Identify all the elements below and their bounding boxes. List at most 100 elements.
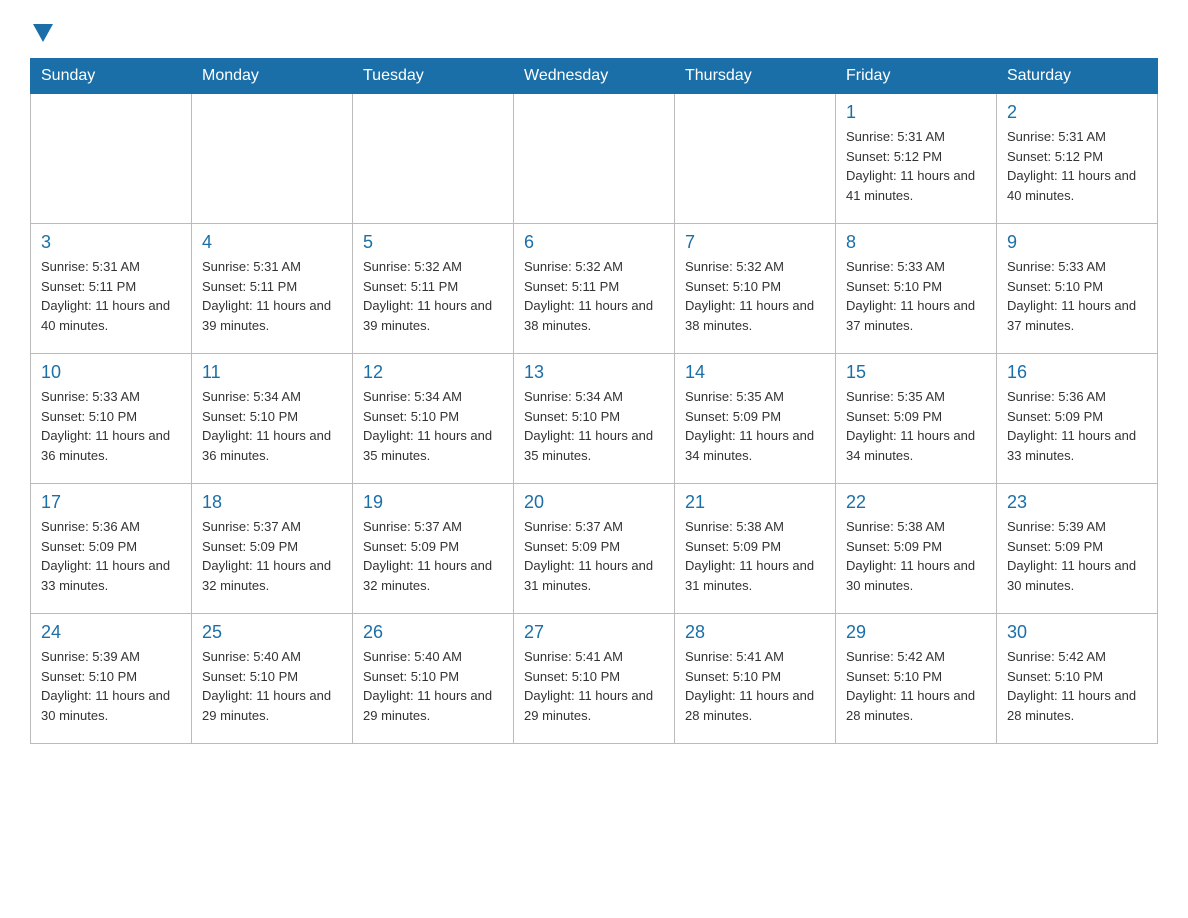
calendar-cell: 9 Sunrise: 5:33 AM Sunset: 5:10 PM Daylig… — [997, 224, 1158, 354]
calendar-cell: 24Sunrise: 5:39 AM Sunset: 5:10 PM Dayli… — [31, 614, 192, 744]
calendar-cell: 1 Sunrise: 5:31 AM Sunset: 5:12 PM Daylig… — [836, 94, 997, 224]
calendar-cell: 8 Sunrise: 5:33 AM Sunset: 5:10 PM Daylig… — [836, 224, 997, 354]
calendar-cell: 10 Sunrise: 5:33 AM Sunset: 5:10 PM Dayli… — [31, 354, 192, 484]
day-number: 29 — [846, 622, 986, 643]
day-number: 5 — [363, 232, 503, 253]
day-number: 10 — [41, 362, 181, 383]
day-number: 19 — [363, 492, 503, 513]
day-info: Sunrise: 5:42 AM Sunset: 5:10 PM Dayligh… — [1007, 647, 1147, 725]
calendar-cell: 22 Sunrise: 5:38 AM Sunset: 5:09 PM Dayli… — [836, 484, 997, 614]
day-number: 23 — [1007, 492, 1147, 513]
calendar-cell — [353, 94, 514, 224]
calendar-cell: 16 Sunrise: 5:36 AM Sunset: 5:09 PM Dayli… — [997, 354, 1158, 484]
day-number: 25 — [202, 622, 342, 643]
calendar-cell: 11 Sunrise: 5:34 AM Sunset: 5:10 PM Dayli… — [192, 354, 353, 484]
calendar-cell: 30 Sunrise: 5:42 AM Sunset: 5:10 PM Dayli… — [997, 614, 1158, 744]
day-number: 16 — [1007, 362, 1147, 383]
day-info: Sunrise: 5:34 AM Sunset: 5:10 PM Dayligh… — [524, 387, 664, 465]
day-number: 12 — [363, 362, 503, 383]
day-number: 17 — [41, 492, 181, 513]
day-info: Sunrise: 5:34 AM Sunset: 5:10 PM Dayligh… — [363, 387, 503, 465]
day-number: 8 — [846, 232, 986, 253]
calendar-cell: 2Sunrise: 5:31 AM Sunset: 5:12 PM Daylig… — [997, 94, 1158, 224]
calendar-cell: 20 Sunrise: 5:37 AM Sunset: 5:09 PM Dayli… — [514, 484, 675, 614]
calendar-cell: 12 Sunrise: 5:34 AM Sunset: 5:10 PM Dayli… — [353, 354, 514, 484]
day-number: 27 — [524, 622, 664, 643]
calendar-cell — [675, 94, 836, 224]
calendar-cell — [192, 94, 353, 224]
day-info: Sunrise: 5:40 AM Sunset: 5:10 PM Dayligh… — [363, 647, 503, 725]
day-number: 3 — [41, 232, 181, 253]
day-number: 26 — [363, 622, 503, 643]
calendar-day-header: Sunday — [31, 59, 192, 94]
calendar-day-header: Friday — [836, 59, 997, 94]
logo-triangle-icon — [33, 24, 53, 42]
day-number: 15 — [846, 362, 986, 383]
day-info: Sunrise: 5:39 AM Sunset: 5:09 PM Dayligh… — [1007, 517, 1147, 595]
calendar-cell — [31, 94, 192, 224]
day-info: Sunrise: 5:38 AM Sunset: 5:09 PM Dayligh… — [685, 517, 825, 595]
day-number: 20 — [524, 492, 664, 513]
page-header — [30, 20, 1158, 42]
day-number: 9 — [1007, 232, 1147, 253]
day-number: 2 — [1007, 102, 1147, 123]
calendar-cell: 17 Sunrise: 5:36 AM Sunset: 5:09 PM Dayli… — [31, 484, 192, 614]
day-info: Sunrise: 5:33 AM Sunset: 5:10 PM Dayligh… — [41, 387, 181, 465]
calendar-week-row: 24Sunrise: 5:39 AM Sunset: 5:10 PM Dayli… — [31, 614, 1158, 744]
calendar-header-row: SundayMondayTuesdayWednesdayThursdayFrid… — [31, 59, 1158, 94]
calendar-header: SundayMondayTuesdayWednesdayThursdayFrid… — [31, 59, 1158, 94]
calendar-cell: 18Sunrise: 5:37 AM Sunset: 5:09 PM Dayli… — [192, 484, 353, 614]
day-info: Sunrise: 5:39 AM Sunset: 5:10 PM Dayligh… — [41, 647, 181, 725]
day-info: Sunrise: 5:32 AM Sunset: 5:11 PM Dayligh… — [363, 257, 503, 335]
day-number: 6 — [524, 232, 664, 253]
day-info: Sunrise: 5:41 AM Sunset: 5:10 PM Dayligh… — [685, 647, 825, 725]
calendar-day-header: Tuesday — [353, 59, 514, 94]
day-info: Sunrise: 5:32 AM Sunset: 5:10 PM Dayligh… — [685, 257, 825, 335]
day-number: 7 — [685, 232, 825, 253]
calendar-cell: 25 Sunrise: 5:40 AM Sunset: 5:10 PM Dayli… — [192, 614, 353, 744]
day-number: 21 — [685, 492, 825, 513]
calendar-cell: 7 Sunrise: 5:32 AM Sunset: 5:10 PM Daylig… — [675, 224, 836, 354]
day-number: 18 — [202, 492, 342, 513]
logo — [30, 20, 53, 42]
calendar-week-row: 10 Sunrise: 5:33 AM Sunset: 5:10 PM Dayli… — [31, 354, 1158, 484]
calendar-week-row: 17 Sunrise: 5:36 AM Sunset: 5:09 PM Dayli… — [31, 484, 1158, 614]
day-number: 13 — [524, 362, 664, 383]
day-info: Sunrise: 5:40 AM Sunset: 5:10 PM Dayligh… — [202, 647, 342, 725]
calendar-cell: 21 Sunrise: 5:38 AM Sunset: 5:09 PM Dayli… — [675, 484, 836, 614]
calendar-cell: 19Sunrise: 5:37 AM Sunset: 5:09 PM Dayli… — [353, 484, 514, 614]
calendar-week-row: 1 Sunrise: 5:31 AM Sunset: 5:12 PM Daylig… — [31, 94, 1158, 224]
calendar-cell: 5 Sunrise: 5:32 AM Sunset: 5:11 PM Daylig… — [353, 224, 514, 354]
calendar-day-header: Thursday — [675, 59, 836, 94]
calendar-cell: 15Sunrise: 5:35 AM Sunset: 5:09 PM Dayli… — [836, 354, 997, 484]
day-number: 30 — [1007, 622, 1147, 643]
day-info: Sunrise: 5:35 AM Sunset: 5:09 PM Dayligh… — [685, 387, 825, 465]
day-number: 22 — [846, 492, 986, 513]
day-info: Sunrise: 5:38 AM Sunset: 5:09 PM Dayligh… — [846, 517, 986, 595]
calendar-cell: 28 Sunrise: 5:41 AM Sunset: 5:10 PM Dayli… — [675, 614, 836, 744]
calendar-cell: 29 Sunrise: 5:42 AM Sunset: 5:10 PM Dayli… — [836, 614, 997, 744]
day-info: Sunrise: 5:33 AM Sunset: 5:10 PM Dayligh… — [1007, 257, 1147, 335]
calendar-cell: 4Sunrise: 5:31 AM Sunset: 5:11 PM Daylig… — [192, 224, 353, 354]
day-info: Sunrise: 5:31 AM Sunset: 5:11 PM Dayligh… — [41, 257, 181, 335]
calendar-day-header: Monday — [192, 59, 353, 94]
calendar-cell: 14Sunrise: 5:35 AM Sunset: 5:09 PM Dayli… — [675, 354, 836, 484]
day-info: Sunrise: 5:33 AM Sunset: 5:10 PM Dayligh… — [846, 257, 986, 335]
calendar-week-row: 3 Sunrise: 5:31 AM Sunset: 5:11 PM Daylig… — [31, 224, 1158, 354]
day-number: 4 — [202, 232, 342, 253]
day-number: 11 — [202, 362, 342, 383]
day-info: Sunrise: 5:36 AM Sunset: 5:09 PM Dayligh… — [41, 517, 181, 595]
day-number: 1 — [846, 102, 986, 123]
day-info: Sunrise: 5:34 AM Sunset: 5:10 PM Dayligh… — [202, 387, 342, 465]
day-info: Sunrise: 5:42 AM Sunset: 5:10 PM Dayligh… — [846, 647, 986, 725]
day-info: Sunrise: 5:31 AM Sunset: 5:12 PM Dayligh… — [846, 127, 986, 205]
day-info: Sunrise: 5:32 AM Sunset: 5:11 PM Dayligh… — [524, 257, 664, 335]
calendar-day-header: Saturday — [997, 59, 1158, 94]
day-info: Sunrise: 5:37 AM Sunset: 5:09 PM Dayligh… — [524, 517, 664, 595]
day-number: 28 — [685, 622, 825, 643]
calendar-cell — [514, 94, 675, 224]
calendar-table: SundayMondayTuesdayWednesdayThursdayFrid… — [30, 58, 1158, 744]
day-info: Sunrise: 5:36 AM Sunset: 5:09 PM Dayligh… — [1007, 387, 1147, 465]
calendar-cell: 6 Sunrise: 5:32 AM Sunset: 5:11 PM Daylig… — [514, 224, 675, 354]
calendar-body: 1 Sunrise: 5:31 AM Sunset: 5:12 PM Daylig… — [31, 94, 1158, 744]
